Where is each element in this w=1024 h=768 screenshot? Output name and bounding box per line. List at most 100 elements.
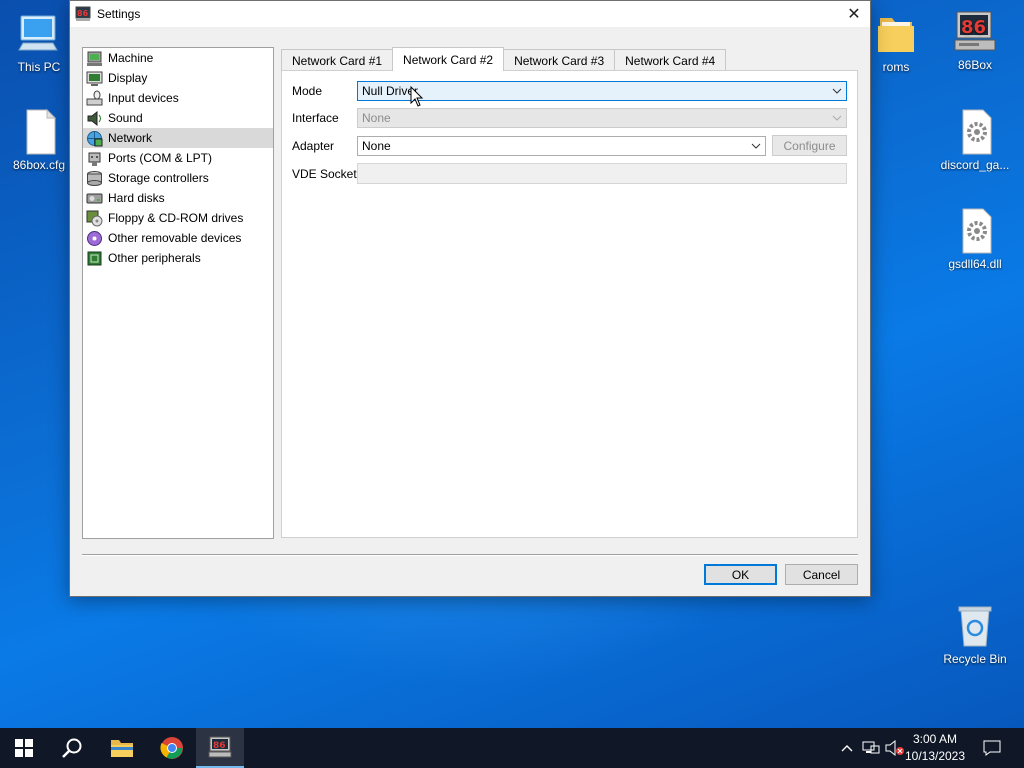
svg-text:86: 86 xyxy=(213,741,226,751)
tab-label: Network Card #1 xyxy=(292,53,383,68)
settings-category-tree[interactable]: Machine Display Input devices Sound Netw… xyxy=(82,47,274,539)
interface-label: Interface xyxy=(292,111,339,125)
desktop-icon-label: Recycle Bin xyxy=(943,652,1007,666)
display-icon xyxy=(86,71,103,86)
start-button[interactable] xyxy=(0,728,48,768)
chrome-icon xyxy=(160,737,183,759)
dll-gear-icon xyxy=(962,109,992,155)
tree-item-other-peripherals[interactable]: Other peripherals xyxy=(83,248,273,268)
tree-item-machine[interactable]: Machine xyxy=(83,48,273,68)
desktop-icon-86box[interactable]: 86 86Box xyxy=(937,8,1013,72)
notification-icon xyxy=(983,740,1001,756)
tab-network-card-4[interactable]: Network Card #4 xyxy=(614,49,727,71)
adapter-value: None xyxy=(362,139,391,153)
cancel-label: Cancel xyxy=(802,567,841,582)
file-icon xyxy=(26,108,57,155)
tab-network-card-3[interactable]: Network Card #3 xyxy=(503,49,616,71)
tree-item-label: Sound xyxy=(108,111,143,125)
cancel-button[interactable]: Cancel xyxy=(785,564,858,585)
search-icon xyxy=(62,738,82,758)
desktop-icon-discord-ga[interactable]: discord_ga... xyxy=(937,108,1013,172)
desktop-icon-label: 86box.cfg xyxy=(12,158,66,172)
hard-disk-icon xyxy=(86,193,103,203)
tree-item-floppy-cdrom[interactable]: Floppy & CD-ROM drives xyxy=(83,208,273,228)
adapter-dropdown[interactable]: None xyxy=(357,136,766,156)
tree-item-hard-disks[interactable]: Hard disks xyxy=(83,188,273,208)
tree-item-network[interactable]: Network xyxy=(83,128,273,148)
input-devices-icon xyxy=(86,90,103,105)
tab-network-card-1[interactable]: Network Card #1 xyxy=(281,49,394,71)
footer-separator xyxy=(82,554,858,556)
machine-icon xyxy=(87,51,102,66)
interface-dropdown[interactable]: None xyxy=(357,108,847,128)
removable-icon xyxy=(87,230,102,246)
mode-dropdown[interactable]: Null Driver xyxy=(357,81,847,101)
dll-gear-icon xyxy=(962,208,992,254)
desktop-icon-86box-cfg[interactable]: 86box.cfg xyxy=(1,108,77,172)
86box-app-icon: 86 xyxy=(75,6,91,21)
clock-date: 10/13/2023 xyxy=(904,749,966,763)
title-bar[interactable]: 86 Settings ✕ xyxy=(70,1,870,27)
tree-item-label: Network xyxy=(108,131,153,145)
taskbar-clock[interactable]: 3:00 AM 10/13/2023 xyxy=(902,731,968,765)
chevron-up-icon xyxy=(841,745,853,752)
tree-item-ports[interactable]: Ports (COM & LPT) xyxy=(83,148,273,168)
chevron-down-icon xyxy=(751,143,761,149)
desktop-icon-recycle-bin[interactable]: Recycle Bin xyxy=(937,602,1013,666)
peripherals-icon xyxy=(87,251,102,265)
storage-icon xyxy=(87,170,102,186)
window-title: Settings xyxy=(97,7,141,21)
ports-icon xyxy=(88,152,101,166)
configure-button[interactable]: Configure xyxy=(772,135,847,156)
network-status-button[interactable] xyxy=(860,728,882,768)
tree-item-other-removable[interactable]: Other removable devices xyxy=(83,228,273,248)
chevron-down-icon xyxy=(832,88,842,94)
sound-icon xyxy=(87,110,101,126)
mouse-cursor-icon xyxy=(410,86,424,107)
vde-socket-input[interactable] xyxy=(357,163,847,184)
tree-item-label: Ports (COM & LPT) xyxy=(108,151,213,165)
tab-label: Network Card #4 xyxy=(625,53,716,68)
network-icon xyxy=(87,130,103,146)
tree-item-sound[interactable]: Sound xyxy=(83,108,273,128)
tree-item-label: Input devices xyxy=(108,91,179,105)
notifications-button[interactable] xyxy=(978,728,1006,768)
search-button[interactable] xyxy=(48,728,96,768)
tab-label: Network Card #3 xyxy=(514,53,605,68)
windows-logo-icon xyxy=(15,739,33,757)
tree-item-label: Storage controllers xyxy=(108,171,209,185)
folder-icon xyxy=(878,18,914,52)
tree-item-label: Floppy & CD-ROM drives xyxy=(108,211,244,225)
desktop-icon-this-pc[interactable]: This PC xyxy=(1,10,77,74)
tree-item-storage-controllers[interactable]: Storage controllers xyxy=(83,168,273,188)
svg-text:86: 86 xyxy=(77,9,89,18)
desktop-icon-label: 86Box xyxy=(957,58,993,72)
tree-item-label: Machine xyxy=(108,51,154,65)
86box-icon: 86 xyxy=(208,736,232,758)
tree-item-display[interactable]: Display xyxy=(83,68,273,88)
interface-value: None xyxy=(362,111,391,125)
tree-item-label: Hard disks xyxy=(108,191,165,205)
clock-time: 3:00 AM xyxy=(912,732,958,746)
86box-icon: 86 xyxy=(954,11,996,51)
desktop-icon-label: discord_ga... xyxy=(940,158,1010,172)
desktop-icon-gsdll64[interactable]: gsdll64.dll xyxy=(937,207,1013,271)
taskbar-chrome[interactable] xyxy=(148,728,196,768)
show-hidden-icons-button[interactable] xyxy=(838,728,856,768)
tab-label: Network Card #2 xyxy=(403,52,494,67)
network-card-panel: Mode Null Driver Interface None Adapter … xyxy=(281,70,858,538)
taskbar-86box[interactable]: 86 xyxy=(196,728,244,768)
adapter-label: Adapter xyxy=(292,139,335,153)
computer-icon xyxy=(18,15,58,51)
ok-button[interactable]: OK xyxy=(704,564,777,585)
tab-network-card-2[interactable]: Network Card #2 xyxy=(392,47,505,71)
vde-socket-label: VDE Socket xyxy=(292,167,357,181)
taskbar-file-explorer[interactable] xyxy=(98,728,146,768)
tree-item-input-devices[interactable]: Input devices xyxy=(83,88,273,108)
chevron-down-icon xyxy=(832,115,842,121)
settings-window: 86 Settings ✕ Machine Display Input devi… xyxy=(69,0,871,597)
folder-icon xyxy=(111,740,133,757)
tree-item-label: Other peripherals xyxy=(108,251,201,265)
close-button[interactable]: ✕ xyxy=(838,1,870,27)
desktop-icon-label: gsdll64.dll xyxy=(948,257,1002,271)
